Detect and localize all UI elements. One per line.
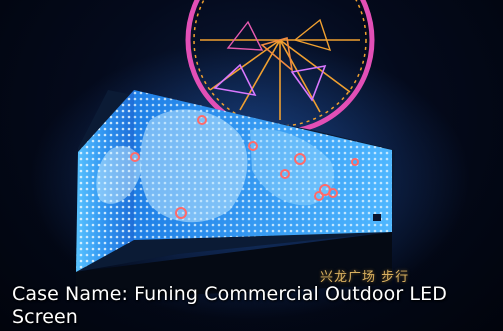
photo-scene [30, 0, 470, 320]
screen-dark-spot [373, 214, 381, 221]
photo-frame: 兴龙广场 步行 Case Name: Funing Commercial Out… [0, 0, 503, 331]
case-name-caption: Case Name: Funing Commercial Outdoor LED… [12, 283, 447, 328]
